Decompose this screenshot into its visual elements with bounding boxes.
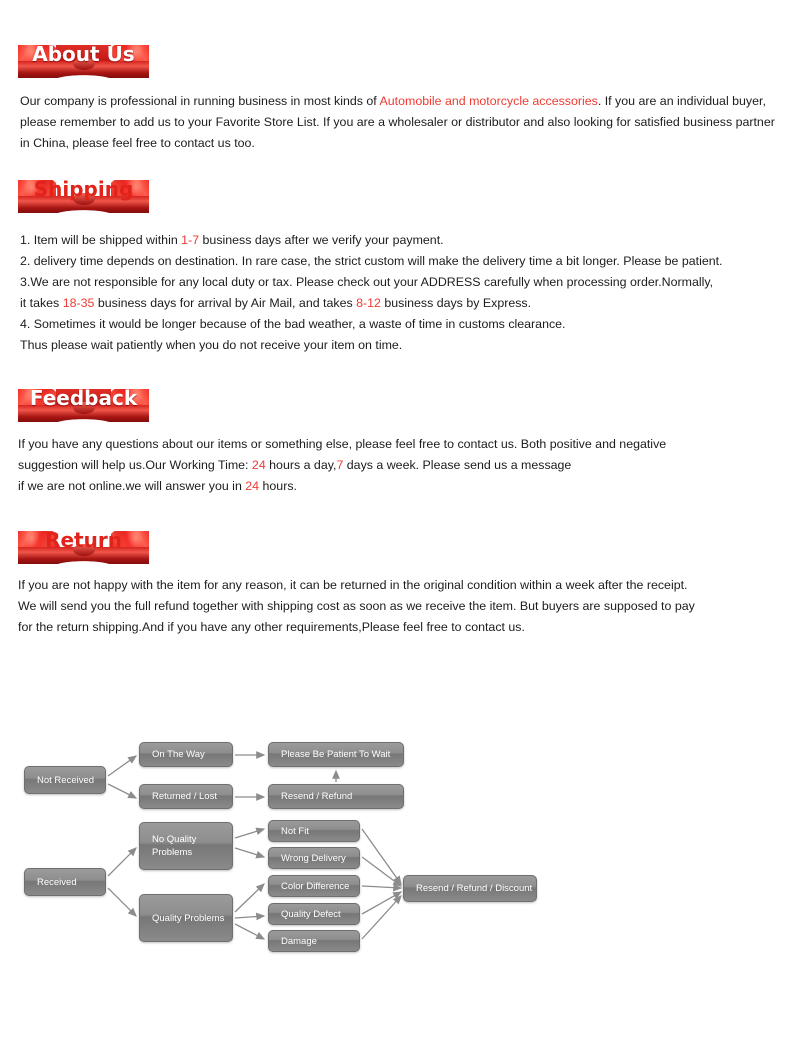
- banner-shipping: Shipping: [18, 175, 149, 213]
- paragraph-line: Thus please wait patiently when you do n…: [20, 335, 723, 356]
- flow-node-label: Not Fit: [281, 825, 309, 837]
- text-run: . If you are an individual buyer,: [597, 94, 766, 108]
- flow-node-not-fit: Not Fit: [268, 820, 360, 842]
- paragraph-line: If you are not happy with the item for a…: [18, 575, 695, 596]
- banner-about-us: About Us: [18, 40, 149, 78]
- flow-node-label: No Quality Problems: [152, 834, 197, 858]
- paragraph-line: it takes 18-35 business days for arrival…: [20, 293, 723, 314]
- paragraph-line: for the return shipping.And if you have …: [18, 617, 695, 638]
- returns-flowchart: Not Received On The Way Returned / Lost Ple…: [0, 716, 800, 966]
- banner-return: Return: [18, 526, 149, 564]
- text-run: suggestion will help us.Our Working Time…: [18, 458, 252, 472]
- section-shipping: Shipping: [0, 175, 149, 213]
- section-feedback: Feedback: [0, 384, 149, 422]
- flow-node-resend-refund: Resend / Refund: [268, 784, 404, 809]
- flow-node-label: Received: [37, 876, 77, 888]
- flow-node-resend-discount: Resend / Refund / Discount: [403, 875, 537, 902]
- flow-node-label: Damage: [281, 935, 317, 947]
- text-run: business days after we verify your payme…: [199, 233, 444, 247]
- text-run: 3.We are not responsible for any local d…: [20, 275, 714, 289]
- flow-node-no-quality: No Quality Problems: [139, 822, 233, 870]
- text-run: Thus please wait patiently when you do n…: [20, 338, 403, 352]
- paragraph-line: 4. Sometimes it would be longer because …: [20, 314, 723, 335]
- paragraph-line: 1. Item will be shipped within 1-7 busin…: [20, 230, 723, 251]
- text-run: business days by Express.: [380, 296, 532, 310]
- paragraph-line: please remember to add us to your Favori…: [20, 112, 775, 133]
- banner-feedback: Feedback: [18, 384, 149, 422]
- highlight-value: 8-12: [356, 296, 381, 310]
- text-run: it takes: [20, 296, 63, 310]
- text-run: for the return shipping.And if you have …: [18, 620, 525, 634]
- shipping-body: 1. Item will be shipped within 1-7 busin…: [20, 230, 723, 356]
- flow-node-damage: Damage: [268, 930, 360, 952]
- paragraph-line: 2. delivery time depends on destination.…: [20, 251, 723, 272]
- flow-node-not-received: Not Received: [24, 766, 106, 794]
- paragraph-line: if we are not online.we will answer you …: [18, 476, 666, 497]
- text-run: hours a day,: [265, 458, 337, 472]
- highlight-value: 18-35: [62, 296, 95, 310]
- paragraph-line: We will send you the full refund togethe…: [18, 596, 695, 617]
- paragraph-line: If you have any questions about our item…: [18, 434, 666, 455]
- highlight-link[interactable]: Automobile and motorcycle accessories: [380, 94, 598, 108]
- flow-node-label: Resend / Refund / Discount: [416, 883, 533, 894]
- text-run: in China, please feel free to contact us…: [20, 136, 255, 150]
- section-about-us: About Us: [0, 40, 149, 78]
- flow-node-label: On The Way: [152, 749, 205, 760]
- text-run: 1. Item will be shipped within: [20, 233, 182, 247]
- text-run: If you are not happy with the item for a…: [18, 578, 688, 592]
- flow-node-quality-probs: Quality Problems: [139, 894, 233, 942]
- text-run: please remember to add us to your Favori…: [20, 115, 775, 129]
- flow-node-label: Not Received: [37, 774, 95, 786]
- banner-label: Feedback: [29, 386, 138, 410]
- paragraph-line: suggestion will help us.Our Working Time…: [18, 455, 666, 476]
- paragraph-line: in China, please feel free to contact us…: [20, 133, 775, 154]
- highlight-value: 24: [251, 458, 266, 472]
- flow-node-label: Color Difference: [281, 880, 350, 892]
- paragraph-line: 3.We are not responsible for any local d…: [20, 272, 723, 293]
- highlight-value: 1-7: [181, 233, 200, 247]
- text-run: business days for arrival by Air Mail, a…: [94, 296, 357, 310]
- text-run: days a week. Please send us a message: [343, 458, 572, 472]
- section-return: Return: [0, 526, 149, 564]
- text-run: 2. delivery time depends on destination.…: [20, 254, 723, 268]
- flow-node-label: Quality Defect: [281, 908, 341, 920]
- paragraph-line: Our company is professional in running b…: [20, 91, 775, 112]
- about-us-body: Our company is professional in running b…: [20, 91, 775, 154]
- banner-label: Return: [45, 528, 122, 552]
- flow-node-quality-defect: Quality Defect: [268, 903, 360, 925]
- text-run: If you have any questions about our item…: [18, 437, 667, 451]
- feedback-body: If you have any questions about our item…: [18, 434, 666, 497]
- flow-node-color-diff: Color Difference: [268, 875, 360, 897]
- text-run: 4. Sometimes it would be longer because …: [20, 317, 566, 331]
- product-policy-page: About Us Our company is professional in …: [0, 0, 800, 1047]
- flow-node-be-patient: Please Be Patient To Wait: [268, 742, 404, 767]
- text-run: hours.: [259, 479, 297, 493]
- text-run: We will send you the full refund togethe…: [18, 599, 695, 613]
- flow-node-wrong-delivery: Wrong Delivery: [268, 847, 360, 869]
- flow-node-returned-lost: Returned / Lost: [139, 784, 233, 809]
- text-run: if we are not online.we will answer you …: [18, 479, 246, 493]
- text-run: Our company is professional in running b…: [20, 94, 380, 108]
- flow-node-received: Received: [24, 868, 106, 896]
- flow-node-on-the-way: On The Way: [139, 742, 233, 767]
- flow-node-label: Returned / Lost: [152, 791, 217, 802]
- highlight-value: 24: [245, 479, 260, 493]
- return-body: If you are not happy with the item for a…: [18, 575, 695, 638]
- flow-node-label: Resend / Refund: [281, 791, 353, 802]
- banner-label: Shipping: [33, 177, 134, 201]
- flow-node-label: Wrong Delivery: [281, 852, 346, 864]
- banner-label: About Us: [32, 42, 135, 66]
- flow-node-label: Please Be Patient To Wait: [281, 749, 391, 760]
- flow-node-label: Quality Problems: [152, 912, 225, 924]
